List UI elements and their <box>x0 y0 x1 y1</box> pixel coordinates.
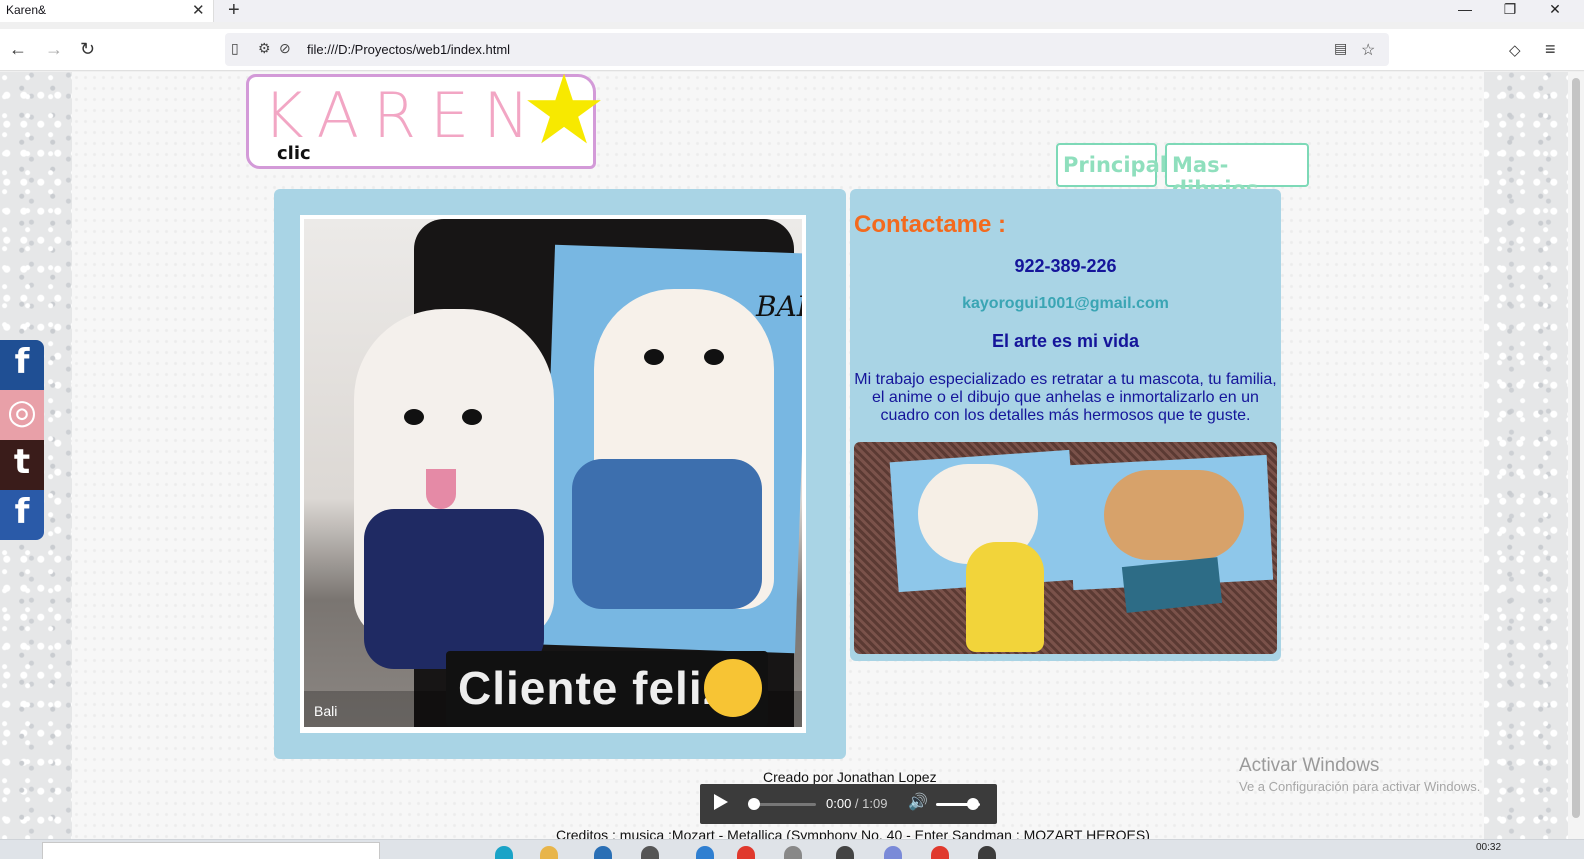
taskbar-app-icon[interactable] <box>978 846 996 859</box>
author-credit: Creado por Jonathan Lopez <box>763 769 937 785</box>
tab-close-icon[interactable]: ✕ <box>192 1 205 19</box>
activation-watermark-subtitle: Ve a Configuración para activar Windows. <box>1239 779 1481 794</box>
taskbar-app-icon[interactable] <box>641 846 659 859</box>
address-bar[interactable]: ▯ ⚙ ⊘ file:///D:/Proyectos/web1/index.ht… <box>225 33 1389 66</box>
reader-view-icon[interactable]: ▤ <box>1334 40 1347 57</box>
page-scrollbar[interactable] <box>1568 72 1584 839</box>
audio-time: 0:00 / 1:09 <box>826 796 888 811</box>
page-icon: ▯ <box>231 40 239 56</box>
badge-text: Cliente feliz <box>458 662 727 714</box>
back-arrow-icon[interactable]: ← <box>9 39 27 60</box>
contact-panel: Contactame : 922-389-226 kayorogui1001@g… <box>850 189 1281 661</box>
scrollbar-thumb[interactable] <box>1572 78 1580 818</box>
instagram-icon: ◎ <box>7 392 37 432</box>
volume-icon[interactable]: 🔊 <box>908 792 928 812</box>
featured-photo[interactable]: BALI Cliente feliz Bali <box>304 219 802 727</box>
audio-progress-track[interactable] <box>756 803 816 806</box>
taskbar-app-icon[interactable] <box>784 846 802 859</box>
nav-mas-dibujos-button[interactable]: Mas-dibujos <box>1165 143 1309 201</box>
tumblr-button[interactable]: t <box>0 440 44 490</box>
tracking-protection-icon[interactable]: ⊘ <box>279 40 291 57</box>
facebook-square-icon: f <box>14 492 30 532</box>
taskbar-search[interactable] <box>42 842 380 859</box>
menu-icon[interactable]: ≡ <box>1545 39 1556 60</box>
taskbar-app-icon[interactable] <box>836 846 854 859</box>
restore-button[interactable]: ❐ <box>1490 1 1530 18</box>
facebook-square-button[interactable]: f <box>0 490 44 540</box>
instagram-button[interactable]: ◎ <box>0 390 44 440</box>
volume-knob[interactable] <box>967 798 980 810</box>
taskbar-app-icon[interactable] <box>696 846 714 859</box>
nav-principal-button[interactable]: Principal <box>1056 143 1167 187</box>
featured-photo-frame: BALI Cliente feliz Bali <box>300 215 806 733</box>
play-icon[interactable] <box>714 794 728 810</box>
minimize-button[interactable]: — <box>1445 1 1485 17</box>
motto: El arte es mi vida <box>991 331 1140 351</box>
close-window-button[interactable]: ✕ <box>1535 1 1575 18</box>
new-tab-button[interactable]: + <box>228 0 240 22</box>
taskbar-app-icon[interactable] <box>594 846 612 859</box>
taskbar-app-icon[interactable] <box>495 846 513 859</box>
url-text[interactable]: file:///D:/Proyectos/web1/index.html <box>307 42 510 57</box>
facebook-icon: f <box>14 342 30 382</box>
taskbar-app-icon[interactable] <box>540 846 558 859</box>
photo-caption: Bali <box>314 703 338 719</box>
contact-title: Contactame : <box>854 211 1007 238</box>
happy-client-badge: Cliente feliz <box>446 651 768 727</box>
phone-number: 922-389-226 <box>1014 256 1117 276</box>
music-credits: Creditos : musica :Mozart - Metallica (S… <box>556 827 1150 839</box>
tab-bar: Karen& ✕ + — ❐ ✕ <box>0 0 1584 22</box>
audio-progress-knob[interactable] <box>748 798 760 810</box>
paintings-photo[interactable] <box>854 442 1277 654</box>
activation-watermark-title: Activar Windows <box>1239 755 1380 776</box>
page-content: KAREN ★ clic Principal Mas-dibujos BALI <box>72 72 1484 839</box>
taskbar: 00:32 <box>0 839 1584 859</box>
page-viewport: KAREN ★ clic Principal Mas-dibujos BALI <box>0 72 1568 839</box>
taskbar-app-icon[interactable] <box>737 846 755 859</box>
description: Mi trabajo especializado es retratar a t… <box>854 371 1277 424</box>
permissions-icon[interactable]: ⚙ <box>258 40 271 57</box>
audio-player[interactable]: 0:00 / 1:09 🔊 <box>700 784 997 824</box>
email-address[interactable]: kayorogui1001@gmail.com <box>850 295 1281 313</box>
forward-arrow-icon[interactable]: → <box>45 39 63 60</box>
logo-subtext: clic <box>277 143 311 164</box>
browser-tab[interactable]: Karen& ✕ <box>0 0 214 22</box>
logo-text: KAREN <box>263 79 544 152</box>
navigation-toolbar: ← → ↻ ▯ ⚙ ⊘ file:///D:/Proyectos/web1/in… <box>0 29 1584 71</box>
pocket-icon[interactable]: ◇ <box>1509 41 1521 59</box>
bookmark-star-icon[interactable]: ☆ <box>1361 40 1375 60</box>
featured-panel: BALI Cliente feliz Bali <box>274 189 846 759</box>
taskbar-app-icon[interactable] <box>884 846 902 859</box>
tab-title: Karen& <box>6 3 47 17</box>
tumblr-icon: t <box>13 442 31 482</box>
taskbar-clock: 00:32 <box>1476 842 1502 853</box>
facebook-button[interactable]: f <box>0 340 44 390</box>
painting-label: BALI <box>756 290 802 323</box>
hugging-face-icon <box>704 659 762 717</box>
site-logo[interactable]: KAREN ★ clic <box>246 72 607 169</box>
star-icon: ★ <box>521 72 608 164</box>
taskbar-app-icon[interactable] <box>931 846 949 859</box>
reload-icon[interactable]: ↻ <box>80 39 95 60</box>
